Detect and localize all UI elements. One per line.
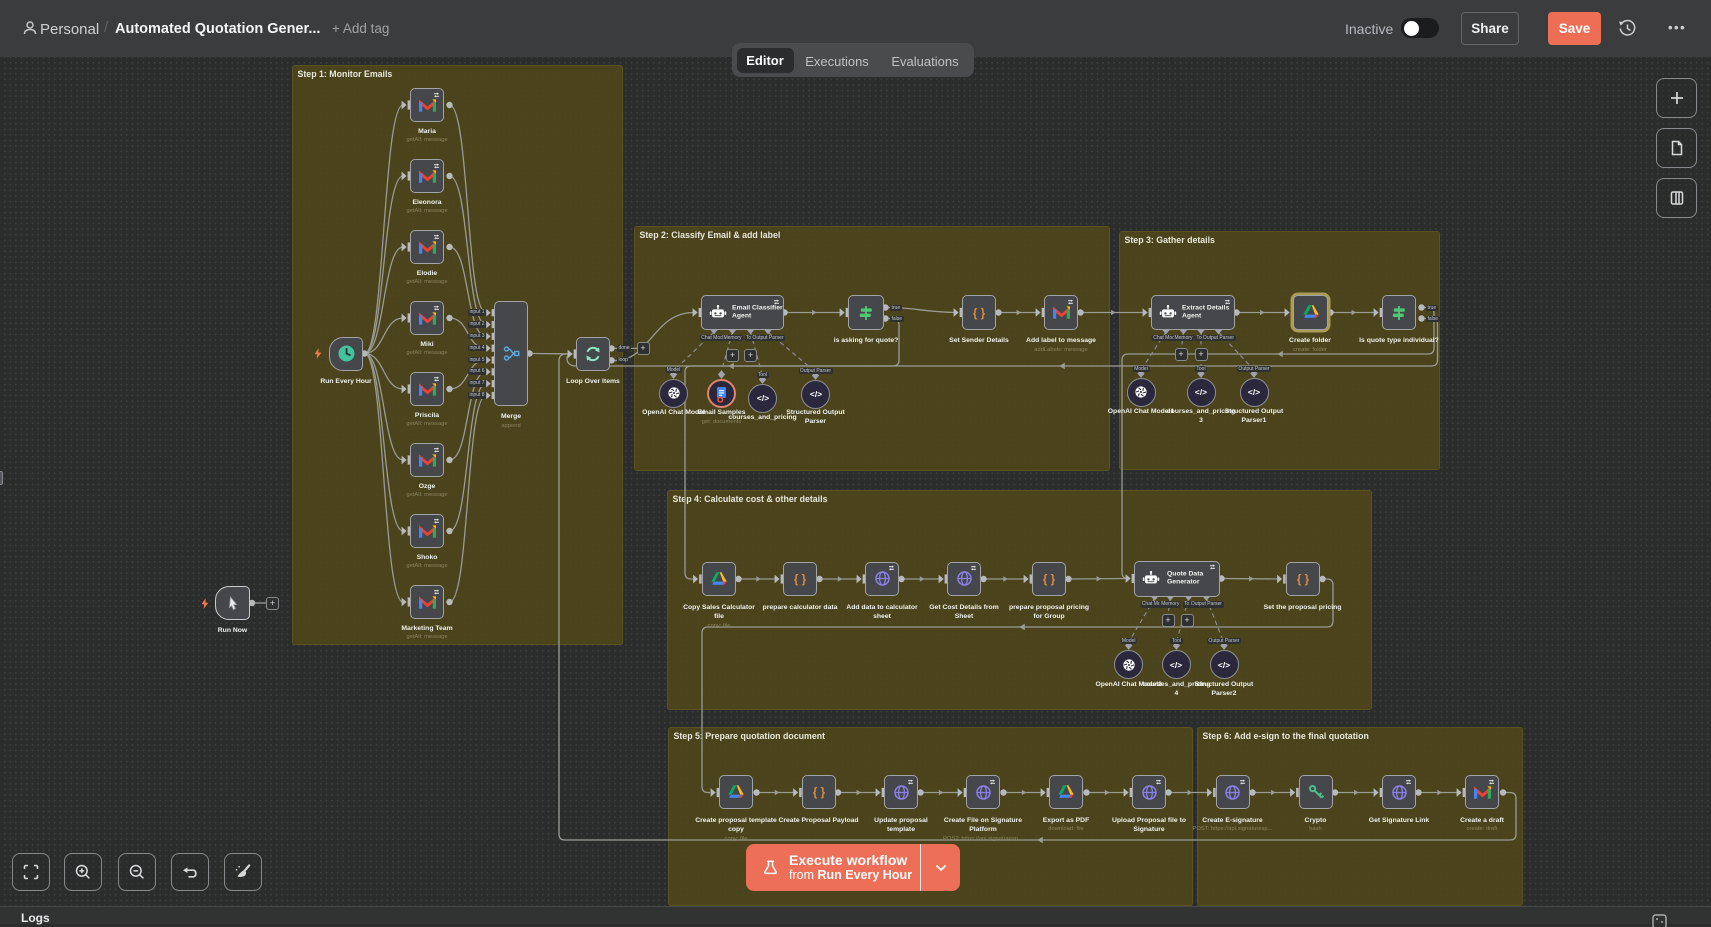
svg-text:</>: </> (1195, 387, 1207, 397)
svg-text:</>: </> (809, 389, 821, 399)
svg-text:</>: </> (1218, 660, 1230, 670)
svg-text:{ }: { } (973, 307, 986, 319)
svg-text:{ }: { } (1296, 573, 1309, 585)
svg-text:{ }: { } (1043, 573, 1056, 585)
svg-text:{ }: { } (812, 787, 825, 799)
svg-text:</>: </> (756, 393, 768, 403)
svg-text:</>: </> (1170, 660, 1182, 670)
svg-text:</>: </> (1248, 387, 1260, 397)
svg-text:{ }: { } (794, 573, 807, 585)
